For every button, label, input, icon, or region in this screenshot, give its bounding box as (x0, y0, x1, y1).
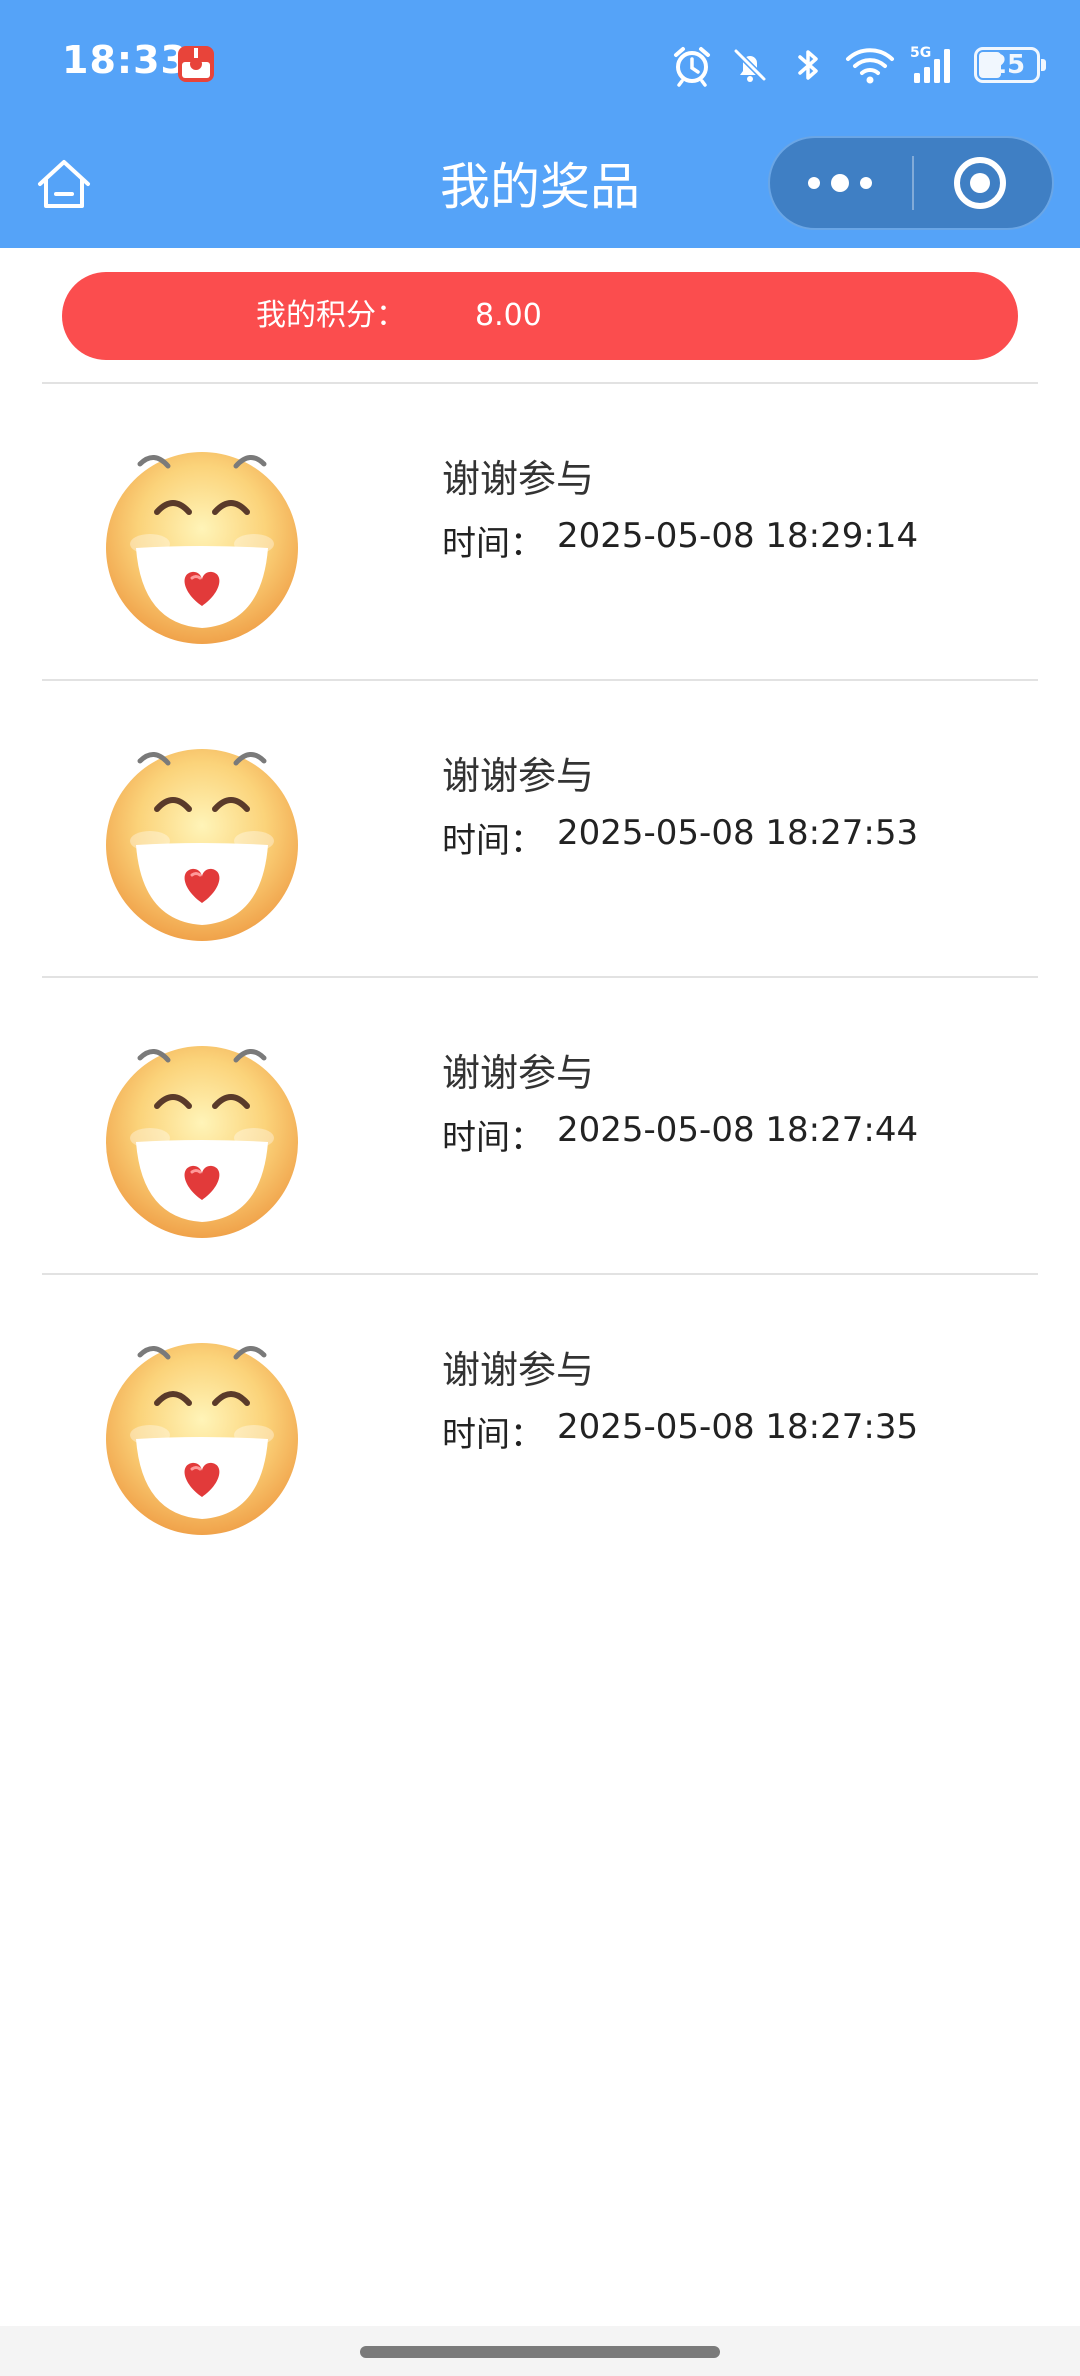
prize-time-label: 时间： (442, 524, 544, 564)
battery-icon: 25 (974, 47, 1046, 83)
smiley-face-icon (102, 1038, 302, 1238)
status-icons: 5G 25 (670, 40, 1046, 90)
status-bar: 18:33 5G 25 (0, 0, 1080, 126)
prize-time-label: 时间： (442, 821, 544, 861)
points-label: 我的积分： (256, 298, 406, 333)
red-app-icon (178, 46, 214, 82)
bluetooth-icon (798, 50, 818, 80)
target-circle-icon[interactable] (914, 138, 1052, 228)
gesture-bar[interactable] (360, 2346, 720, 2358)
prize-time-label: 时间： (442, 1118, 544, 1158)
list-item[interactable]: 谢谢参与 时间： 2025-05-08 18:27:44 (42, 976, 1038, 1273)
list-item[interactable]: 谢谢参与 时间： 2025-05-08 18:27:53 (42, 679, 1038, 976)
mini-program-capsule (768, 136, 1054, 230)
home-icon[interactable] (34, 154, 94, 214)
prize-time-label: 时间： (442, 1415, 544, 1455)
gesture-area (0, 2326, 1080, 2376)
smiley-face-icon (102, 741, 302, 941)
prize-time-value: 2025-05-08 18:27:53 (557, 813, 919, 853)
navigation-bar: 我的奖品 (0, 126, 1080, 248)
prize-name: 谢谢参与 (442, 1348, 595, 1392)
more-dots-icon[interactable] (770, 138, 912, 228)
battery-level: 25 (988, 50, 1026, 80)
points-banner: 我的积分： 8.00 (62, 272, 1018, 360)
signal-5g-icon: 5G (910, 45, 950, 83)
prize-time-value: 2025-05-08 18:27:44 (557, 1110, 919, 1150)
status-time: 18:33 (62, 38, 188, 82)
points-value: 8.00 (475, 298, 542, 333)
prize-name: 谢谢参与 (442, 1051, 595, 1095)
wifi-icon (846, 48, 894, 84)
prize-time-value: 2025-05-08 18:29:14 (557, 516, 919, 556)
smiley-face-icon (102, 444, 302, 644)
prize-time-value: 2025-05-08 18:27:35 (557, 1407, 919, 1447)
smiley-face-icon (102, 1335, 302, 1535)
prize-name: 谢谢参与 (442, 457, 595, 501)
list-item[interactable]: 谢谢参与 时间： 2025-05-08 18:27:35 (42, 1273, 1038, 1570)
top-header: 18:33 5G 25 我的奖品 (0, 0, 1080, 248)
prize-name: 谢谢参与 (442, 754, 595, 798)
prize-list: 谢谢参与 时间： 2025-05-08 18:29:14 谢谢参与 时间： 20… (42, 382, 1038, 1570)
alarm-icon (674, 47, 710, 87)
network-label: 5G (910, 45, 931, 61)
bell-muted-icon (733, 48, 767, 82)
list-item[interactable]: 谢谢参与 时间： 2025-05-08 18:29:14 (42, 382, 1038, 679)
